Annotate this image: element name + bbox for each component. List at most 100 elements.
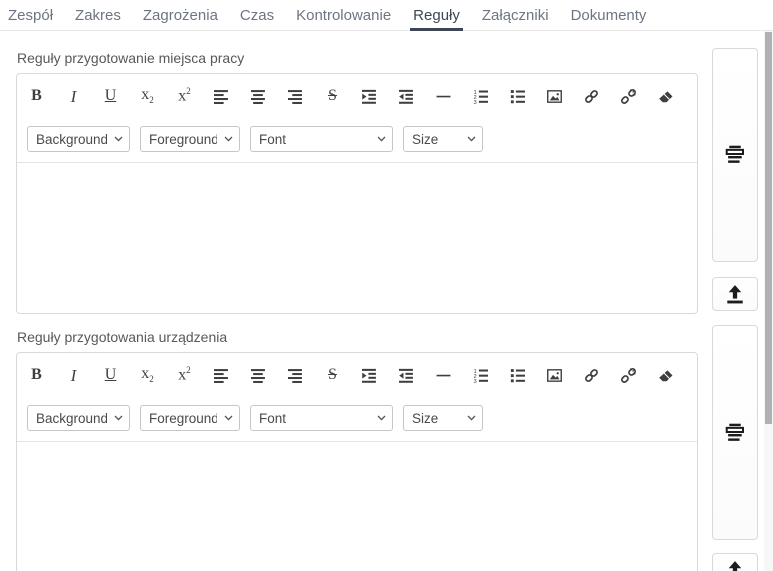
tab-reguly[interactable]: Reguły	[413, 0, 460, 30]
align-right-icon	[288, 368, 303, 383]
link-button[interactable]	[578, 83, 605, 109]
main-column: Reguły przygotowanie miejsca pracy BIUx2…	[16, 50, 698, 571]
tab-zalaczniki[interactable]: Załączniki	[482, 0, 549, 30]
horizontal-rule-button[interactable]	[430, 362, 457, 388]
size-select[interactable]: Size	[403, 126, 483, 152]
subscript-button[interactable]: x2	[134, 83, 161, 109]
picture-button[interactable]	[541, 362, 568, 388]
unlink-button[interactable]	[615, 83, 642, 109]
align-center-button[interactable]	[245, 362, 272, 388]
side-panel	[712, 48, 758, 571]
foreground-select[interactable]: Foreground	[140, 126, 240, 152]
align-left-icon	[214, 89, 229, 104]
size-select-wrap: Size	[403, 405, 483, 431]
italic-button[interactable]: I	[60, 83, 87, 109]
align-center-icon	[251, 89, 266, 104]
editor-content[interactable]	[17, 441, 697, 571]
bold-icon: B	[31, 367, 42, 383]
tab-bar: Zespół Zakres Zagrożenia Czas Kontrolowanie R…	[0, 0, 773, 31]
underline-button[interactable]: U	[97, 362, 124, 388]
underline-button[interactable]: U	[97, 83, 124, 109]
remove-format-button[interactable]	[652, 362, 679, 388]
outdent-button[interactable]	[393, 83, 420, 109]
upload-button[interactable]	[712, 553, 758, 571]
unlink-icon	[621, 368, 636, 383]
unordered-list-button[interactable]	[504, 83, 531, 109]
upload-button[interactable]	[712, 277, 758, 311]
tab-zakres[interactable]: Zakres	[75, 0, 121, 30]
ordered-list-button[interactable]: 123	[467, 83, 494, 109]
unlink-button[interactable]	[615, 362, 642, 388]
size-select[interactable]: Size	[403, 405, 483, 431]
background-select[interactable]: Background	[27, 405, 130, 431]
unordered-list-button[interactable]	[504, 362, 531, 388]
text-snippet-icon	[725, 423, 745, 443]
section-label: Reguły przygotowanie miejsca pracy	[17, 50, 698, 67]
subscript-icon: x2	[141, 87, 154, 105]
outdent-icon	[399, 368, 414, 383]
link-button[interactable]	[578, 362, 605, 388]
svg-text:3: 3	[474, 379, 477, 383]
horizontal-rule-icon	[436, 89, 451, 104]
indent-icon	[362, 89, 377, 104]
bold-button[interactable]: B	[23, 362, 50, 388]
bold-button[interactable]: B	[23, 83, 50, 109]
tab-zespol[interactable]: Zespół	[8, 0, 53, 30]
superscript-button[interactable]: x2	[171, 83, 198, 109]
font-select[interactable]: Font	[250, 126, 393, 152]
unordered-list-icon	[510, 89, 525, 104]
foreground-select[interactable]: Foreground	[140, 405, 240, 431]
ordered-list-button[interactable]: 123	[467, 362, 494, 388]
tab-czas[interactable]: Czas	[240, 0, 274, 30]
indent-button[interactable]	[356, 362, 383, 388]
superscript-button[interactable]: x2	[171, 362, 198, 388]
horizontal-rule-button[interactable]	[430, 83, 457, 109]
toolbar-icon-row: B I Ux2 x2 S 123	[17, 74, 697, 110]
snippet-picker-button[interactable]	[712, 325, 758, 540]
underline-icon: U	[105, 88, 117, 104]
ordered-list-icon: 123	[473, 89, 488, 104]
align-right-button[interactable]	[282, 362, 309, 388]
tab-dokumenty[interactable]: Dokumenty	[571, 0, 647, 30]
outdent-button[interactable]	[393, 362, 420, 388]
editor-section: Reguły przygotowania urządzenia BIUx2x2S…	[16, 329, 698, 571]
background-select-wrap: Background	[27, 126, 130, 152]
align-center-button[interactable]	[245, 83, 272, 109]
strikethrough-button[interactable]: S	[319, 83, 346, 109]
unordered-list-icon	[510, 368, 525, 383]
italic-icon: I	[71, 88, 77, 105]
subscript-button[interactable]: x2	[134, 362, 161, 388]
size-select-wrap: Size	[403, 126, 483, 152]
horizontal-rule-icon	[436, 368, 451, 383]
tab-kontrolowanie[interactable]: Kontrolowanie	[296, 0, 391, 30]
subscript-icon: x2	[141, 366, 154, 384]
align-left-button[interactable]	[208, 83, 235, 109]
editor-section: Reguły przygotowanie miejsca pracy B I Ux2…	[16, 50, 698, 314]
tab-zagrozenia[interactable]: Zagrożenia	[143, 0, 218, 30]
bold-icon: B	[31, 88, 42, 104]
snippet-picker-button[interactable]	[712, 48, 758, 262]
picture-icon	[547, 368, 562, 383]
align-right-button[interactable]	[282, 83, 309, 109]
font-select[interactable]: Font	[250, 405, 393, 431]
superscript-icon: x2	[178, 87, 191, 104]
align-left-button[interactable]	[208, 362, 235, 388]
unlink-icon	[621, 89, 636, 104]
background-select-wrap: Background	[27, 405, 130, 431]
editor-content[interactable]	[17, 162, 697, 313]
superscript-icon: x2	[178, 366, 191, 383]
italic-button[interactable]: I	[60, 362, 87, 388]
indent-icon	[362, 368, 377, 383]
foreground-select-wrap: Foreground	[140, 126, 240, 152]
font-select-wrap: Font	[250, 126, 393, 152]
indent-button[interactable]	[356, 83, 383, 109]
picture-button[interactable]	[541, 83, 568, 109]
background-select[interactable]: Background	[27, 126, 130, 152]
strikethrough-button[interactable]: S	[319, 362, 346, 388]
remove-format-icon	[658, 368, 673, 383]
scrollbar-track[interactable]	[764, 31, 773, 571]
remove-format-button[interactable]	[652, 83, 679, 109]
scrollbar-thumb[interactable]	[765, 32, 772, 424]
editor-toolbar: B I Ux2 x2 S 123 Background Foreground Font Size	[17, 74, 697, 162]
align-right-icon	[288, 89, 303, 104]
